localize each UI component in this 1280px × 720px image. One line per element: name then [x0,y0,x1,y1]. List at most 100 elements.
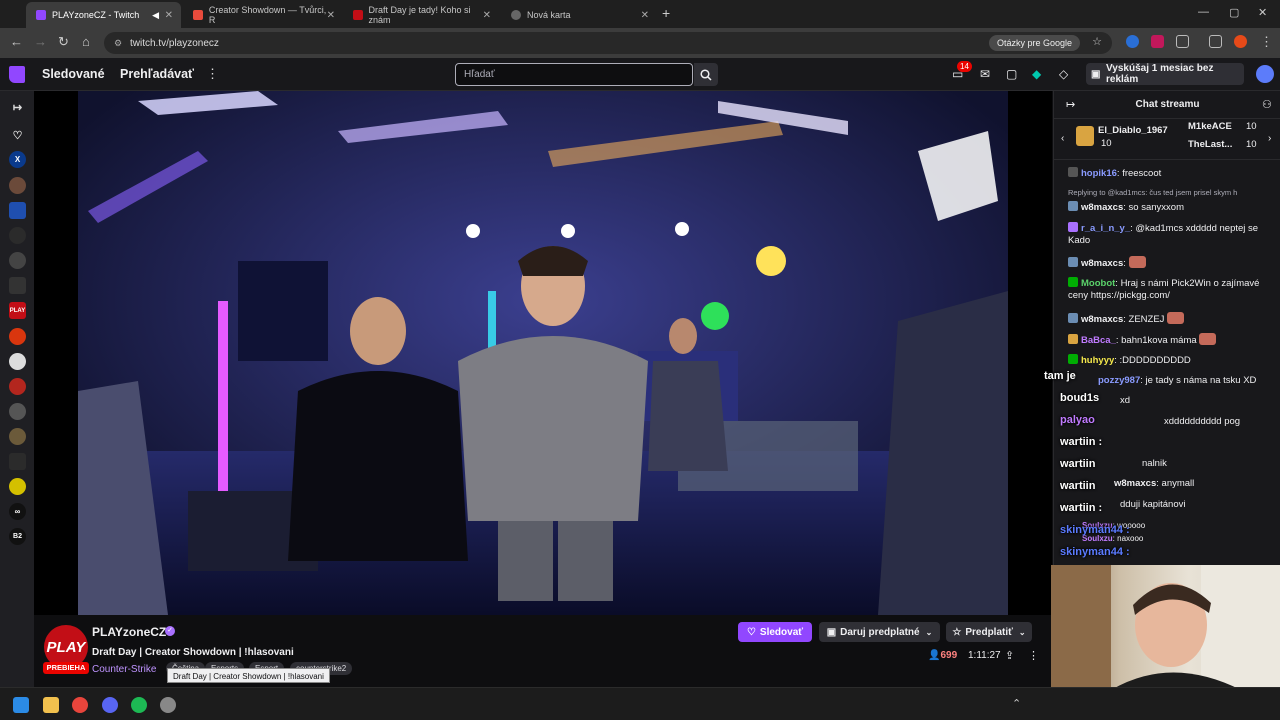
share-icon[interactable]: ⇪ [1005,649,1014,662]
channel-name[interactable]: PLAYzoneCZ [92,625,166,639]
sidebar-channel[interactable] [9,202,26,219]
chat-username[interactable]: huhyyy [1081,355,1114,366]
nav-browse[interactable]: Prehľadávať [120,67,194,81]
sidebar-channel[interactable] [9,227,26,244]
chrome-icon[interactable] [72,697,88,713]
search-input[interactable]: Hľadať [455,63,693,86]
subscribe-button[interactable]: ☆ Predplatiť ⌄ [946,622,1032,642]
url-field[interactable]: ⚙ twitch.tv/playzonecz Otázky pre Google… [104,32,1112,54]
tab-creator-showdown[interactable]: Creator Showdown — Tvůrci, R ✕ [183,2,343,28]
sidebar-channel[interactable]: PLAY [9,302,26,319]
more-menu-icon[interactable]: ⋮ [206,66,219,82]
spotify-icon[interactable] [131,697,147,713]
close-icon[interactable]: ✕ [327,10,335,21]
ad-free-promo-button[interactable]: ▣ Vyskúšaj 1 mesiac bez reklám [1086,63,1244,85]
tab-new[interactable]: Nová karta ✕ [501,2,657,28]
sidebar-channel[interactable]: B2 [9,528,26,545]
reload-button[interactable]: ↻ [58,34,69,50]
sidebar-channel[interactable] [9,177,26,194]
more-options-icon[interactable]: ⋮ [1028,649,1039,662]
tab-title: Draft Day je tady! Koho si znám [368,5,471,25]
close-icon[interactable]: ✕ [641,10,649,21]
extension-icon[interactable] [1151,35,1164,48]
sidebar-channel[interactable] [9,428,26,445]
tab-twitch[interactable]: PLAYzoneCZ - Twitch ◀ ✕ [26,2,181,28]
google-questions-chip[interactable]: Otázky pre Google [988,35,1080,51]
badge-icon [1068,257,1078,267]
chat-username[interactable]: w8maxcs [1081,202,1123,213]
video-player[interactable] [34,91,1052,615]
close-icon[interactable]: ✕ [165,10,173,21]
game-category-link[interactable]: Counter-Strike [92,664,156,675]
extensions-puzzle-icon[interactable] [1176,35,1189,48]
follow-button[interactable]: ♡ Sledovať [738,622,812,642]
minimize-button[interactable]: — [1198,6,1209,18]
profile-icon[interactable] [1234,35,1247,48]
globe-icon [511,10,521,20]
home-icon[interactable]: ⌂ [82,34,90,49]
sidebar-channel[interactable] [9,252,26,269]
heart-icon[interactable]: ♡ [9,127,26,144]
back-button[interactable]: ← [10,34,23,49]
sidebar-channel[interactable]: ∞ [9,503,26,520]
promo-label: Vyskúšaj 1 mesiac bez reklám [1106,63,1214,85]
chat-username[interactable]: Soulxzu [1082,534,1113,543]
search-button[interactable] [694,63,718,86]
bookmark-star-icon[interactable]: ☆ [1092,35,1102,48]
file-explorer-icon[interactable] [43,697,59,713]
forward-button[interactable]: → [34,34,47,49]
person-icon: 👤 [928,650,941,661]
twitch-logo-icon[interactable] [9,66,25,83]
sidebar-channel[interactable] [9,478,26,495]
chat-text: :DDDDDDDDDD [1119,355,1191,366]
gift-sub-button[interactable]: ▣ Daruj predplatné ⌄ [819,622,940,642]
chat-username[interactable]: Moobot [1081,278,1115,289]
window-close-button[interactable]: ✕ [1258,6,1267,19]
new-tab-button[interactable]: + [662,5,670,21]
speaker-icon[interactable]: ◀ [152,10,159,21]
reading-list-icon[interactable] [1209,35,1222,48]
chat-username[interactable]: hopik16 [1081,168,1117,179]
sidebar-channel[interactable] [9,453,26,470]
chevron-right-icon[interactable]: › [1268,133,1271,144]
gifter-count: 10 [1246,121,1257,132]
chat-username[interactable]: r_a_i_n_y_ [1081,223,1130,234]
user-avatar[interactable] [1256,65,1274,83]
chat-message: dduji kapitánovi [1120,499,1280,511]
extension-icon[interactable] [1126,35,1139,48]
settings-icon[interactable] [160,697,176,713]
sidebar-channel[interactable] [9,353,26,370]
sidebar-channel[interactable] [9,328,26,345]
chat-username[interactable]: w8maxcs [1081,258,1123,269]
badge-icon [1068,334,1078,344]
discord-icon[interactable] [102,697,118,713]
bits-icon[interactable]: ◇ [1059,67,1068,81]
extension-icon[interactable]: ◆ [1032,67,1041,81]
tab-draft-day[interactable]: Draft Day je tady! Koho si znám ✕ [343,2,499,28]
stream-video-image [78,91,1008,615]
chrome-menu-icon[interactable]: ⋮ [1260,34,1273,50]
chat-username[interactable]: BaBca_ [1081,335,1116,346]
chat-username[interactable]: w8maxcs [1114,478,1156,489]
webcam-image [1051,565,1280,690]
chat-username[interactable]: w8maxcs [1081,314,1123,325]
chevron-left-icon[interactable]: ‹ [1061,133,1064,144]
badge-icon [1068,167,1078,177]
expand-sidebar-icon[interactable]: ↦ [9,99,26,116]
chat-username[interactable]: pozzy987 [1098,375,1140,386]
whispers-icon[interactable]: ▢ [1006,67,1017,81]
nav-following[interactable]: Sledované [42,67,105,81]
sidebar-channel[interactable]: X [9,151,26,168]
close-icon[interactable]: ✕ [483,10,491,21]
site-info-icon[interactable]: ⚙ [114,38,122,49]
inbox-icon[interactable]: ✉ [980,67,990,81]
chat-text: dduji kapitánovi [1120,499,1186,510]
chat-username[interactable]: Soulxzu [1082,521,1113,530]
maximize-button[interactable]: ▢ [1229,6,1239,19]
users-icon[interactable]: ⚇ [1262,98,1272,111]
tray-chevron-up-icon[interactable]: ⌃ [1012,697,1021,710]
sidebar-channel[interactable] [9,403,26,420]
windows-start-icon[interactable] [13,697,29,713]
sidebar-channel[interactable] [9,277,26,294]
sidebar-channel[interactable] [9,378,26,395]
